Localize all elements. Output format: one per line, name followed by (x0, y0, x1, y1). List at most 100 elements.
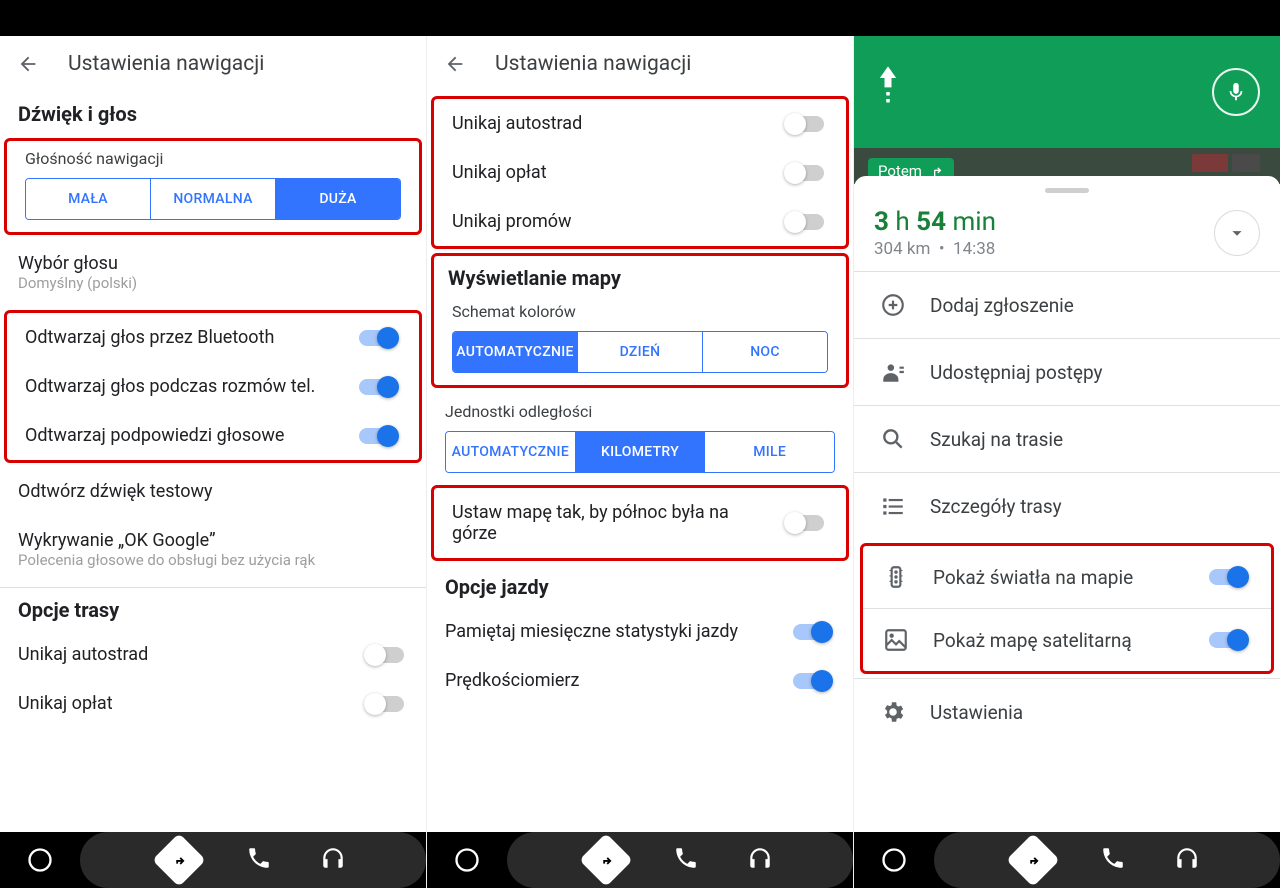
nav-phone-icon[interactable] (673, 845, 699, 875)
traffic-lights-item[interactable]: Pokaż światła na mapie (863, 546, 1271, 608)
list-icon (880, 493, 906, 519)
trip-hours: 3 (874, 207, 889, 237)
search-route-item[interactable]: Szukaj na trasie (854, 405, 1280, 472)
continue-straight-icon (874, 64, 1192, 120)
stats-toggle[interactable] (793, 624, 831, 640)
search-label: Szukaj na trasie (930, 428, 1254, 451)
nav-headphones-icon[interactable] (1174, 845, 1200, 875)
nav-circle-icon[interactable] (0, 832, 80, 888)
avoid-highways-toggle[interactable] (366, 647, 404, 663)
screenshot-1: Ustawienia nawigacji Dźwięk i głos Głośn… (0, 36, 426, 888)
volume-label: Głośność nawigacji (7, 149, 419, 168)
route-details-item[interactable]: Szczegóły trasy (854, 472, 1280, 539)
test-sound-label: Odtwórz dźwięk testowy (18, 481, 408, 502)
color-night[interactable]: NOC (702, 332, 827, 372)
units-km[interactable]: KILOMETRY (575, 432, 705, 472)
ok-google-row[interactable]: Wykrywanie „OK Google” Polecenia głosowe… (0, 516, 426, 587)
nav-phone-icon[interactable] (1100, 845, 1126, 875)
avoid-tolls-row[interactable]: Unikaj opłat (0, 679, 426, 728)
speedo-row[interactable]: Prędkościomierz (427, 656, 853, 705)
share-progress-item[interactable]: Udostępniaj postępy (854, 338, 1280, 405)
bluetooth-row[interactable]: Odtwarzaj głos przez Bluetooth (7, 313, 419, 362)
hints-toggle[interactable] (359, 428, 397, 444)
volume-large[interactable]: DUŻA (275, 179, 400, 219)
nav-headphones-icon[interactable] (320, 845, 346, 875)
settings-label: Ustawienia (930, 701, 1254, 724)
back-icon[interactable] (443, 52, 467, 76)
units-miles[interactable]: MILE (704, 432, 834, 472)
calls-toggle[interactable] (359, 379, 397, 395)
lights-label: Pokaż światła na mapie (933, 566, 1185, 589)
trip-meta: 304 km • 14:38 (874, 239, 1200, 259)
units-segmented: AUTOMATYCZNIE KILOMETRY MILE (445, 431, 835, 473)
bottom-nav (854, 832, 1280, 888)
nav-circle-icon[interactable] (854, 832, 934, 888)
app-bar: Ustawienia nawigacji (427, 36, 853, 92)
back-icon[interactable] (16, 52, 40, 76)
nav-directions-icon[interactable] (579, 833, 633, 887)
avoid-tolls-row[interactable]: Unikaj opłat (434, 148, 846, 197)
color-auto[interactable]: AUTOMATYCZNIE (453, 332, 577, 372)
voice-choice-sub: Domyślny (polski) (18, 274, 408, 292)
ok-google-sub: Polecenia głosowe do obsługi bez użycia … (18, 551, 408, 569)
calls-row[interactable]: Odtwarzaj głos podczas rozmów tel. (7, 362, 419, 411)
speedo-toggle[interactable] (793, 673, 831, 689)
avoid-highways-row[interactable]: Unikaj autostrad (434, 99, 846, 148)
sheet-handle[interactable] (1045, 188, 1089, 193)
satellite-map-item[interactable]: Pokaż mapę satelitarną (863, 608, 1271, 671)
nav-headphones-icon[interactable] (747, 845, 773, 875)
page-title: Ustawienia nawigacji (495, 52, 837, 76)
color-day[interactable]: DZIEŃ (577, 332, 702, 372)
voice-mic-button[interactable] (1212, 68, 1260, 116)
voice-choice-row[interactable]: Wybór głosu Domyślny (polski) (0, 239, 426, 306)
section-route: Opcje trasy (0, 588, 426, 630)
hints-label: Odtwarzaj podpowiedzi głosowe (25, 425, 345, 446)
units-auto[interactable]: AUTOMATYCZNIE (446, 432, 575, 472)
avoid-ferries-row[interactable]: Unikaj promów (434, 197, 846, 246)
volume-normal[interactable]: NORMALNA (150, 179, 275, 219)
expand-down-button[interactable] (1214, 210, 1260, 256)
stats-row[interactable]: Pamiętaj miesięczne statystyki jazdy (427, 607, 853, 656)
color-scheme-label: Schemat kolorów (434, 302, 846, 321)
avoid-tolls-label: Unikaj opłat (452, 162, 772, 183)
avoid-highways-row[interactable]: Unikaj autostrad (0, 630, 426, 679)
page-title: Ustawienia nawigacji (68, 52, 410, 76)
avoid-ferries-label: Unikaj promów (452, 211, 772, 232)
avoid-tolls-toggle[interactable] (786, 165, 824, 181)
details-label: Szczegóły trasy (930, 495, 1254, 518)
speedo-label: Prędkościomierz (445, 670, 779, 691)
section-map-display: Wyświetlanie mapy (434, 256, 846, 294)
trip-time: 3 h 54 min (874, 207, 1200, 237)
avoid-highways-label: Unikaj autostrad (452, 113, 772, 134)
color-scheme-segmented: AUTOMATYCZNIE DZIEŃ NOC (452, 331, 828, 373)
avoid-tolls-toggle[interactable] (366, 696, 404, 712)
search-icon (880, 426, 906, 452)
avoid-highways-toggle[interactable] (786, 116, 824, 132)
north-up-toggle[interactable] (786, 515, 824, 531)
hints-row[interactable]: Odtwarzaj podpowiedzi głosowe (7, 411, 419, 460)
nav-directions-icon[interactable] (152, 833, 206, 887)
nav-circle-icon[interactable] (427, 832, 507, 888)
section-sound: Dźwięk i głos (0, 92, 426, 134)
nav-phone-icon[interactable] (246, 845, 272, 875)
trip-summary-row: 3 h 54 min 304 km • 14:38 (854, 199, 1280, 271)
test-sound-row[interactable]: Odtwórz dźwięk testowy (0, 467, 426, 516)
bluetooth-toggle[interactable] (359, 330, 397, 346)
volume-small[interactable]: MAŁA (26, 179, 150, 219)
nav-directions-icon[interactable] (1006, 833, 1060, 887)
bluetooth-label: Odtwarzaj głos przez Bluetooth (25, 327, 345, 348)
avoid-ferries-toggle[interactable] (786, 214, 824, 230)
stats-label: Pamiętaj miesięczne statystyki jazdy (445, 621, 779, 642)
navigation-banner (854, 36, 1280, 148)
gear-icon (880, 699, 906, 725)
lights-toggle[interactable] (1209, 569, 1247, 585)
north-up-row[interactable]: Ustaw mapę tak, by północ była na górze (434, 488, 846, 558)
settings-item[interactable]: Ustawienia (854, 678, 1280, 745)
app-bar: Ustawienia nawigacji (0, 36, 426, 92)
avoid-highways-label: Unikaj autostrad (18, 644, 352, 665)
add-report-item[interactable]: Dodaj zgłoszenie (854, 271, 1280, 338)
satellite-toggle[interactable] (1209, 632, 1247, 648)
highlighted-voice-toggles: Odtwarzaj głos przez Bluetooth Odtwarzaj… (4, 310, 422, 463)
units-label: Jednostki odległości (427, 402, 853, 421)
bottom-nav (427, 832, 853, 888)
